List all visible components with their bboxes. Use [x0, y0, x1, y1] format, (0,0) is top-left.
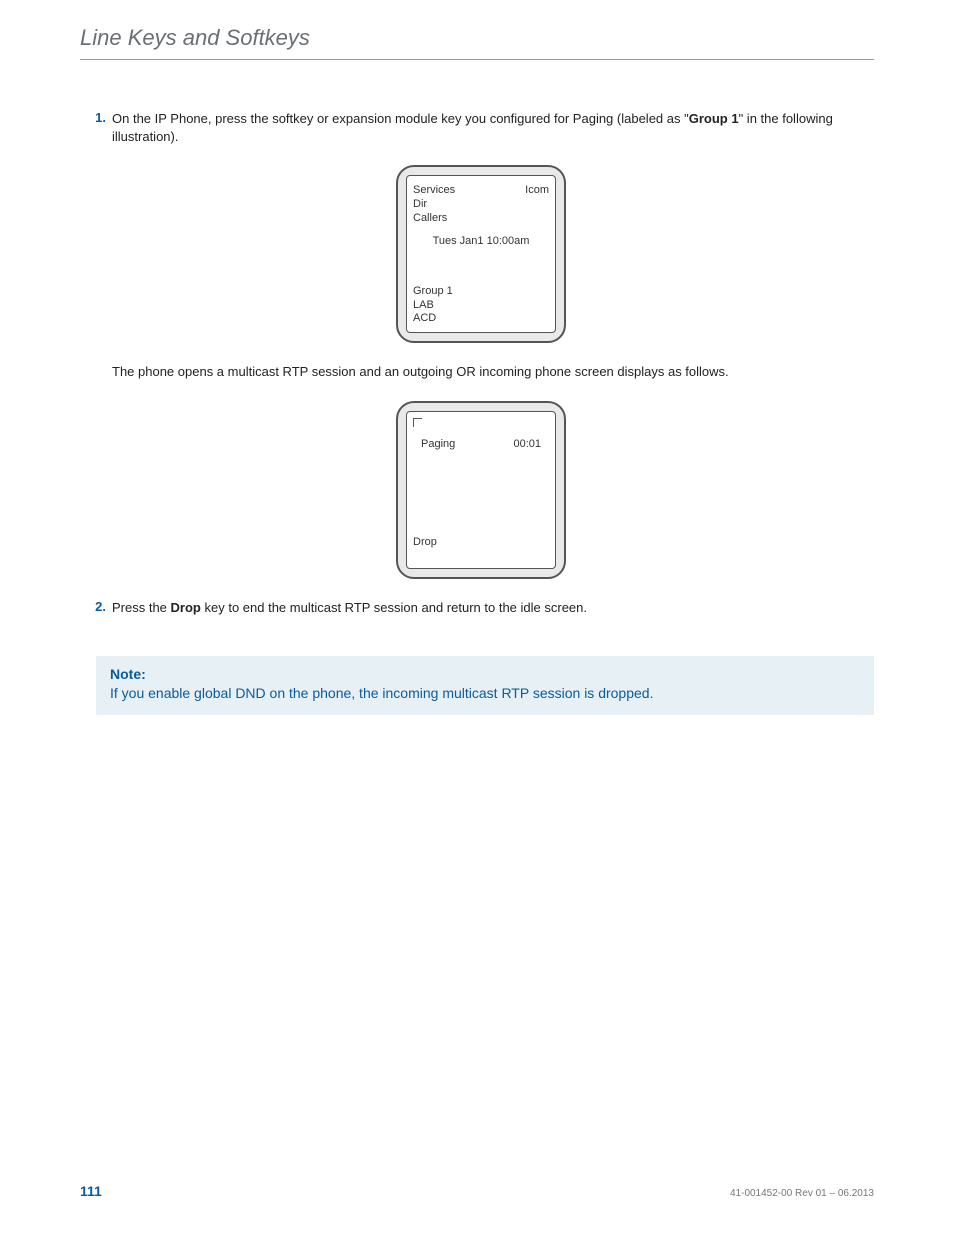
label-dir: Dir [413, 198, 549, 212]
phone-screen-idle: Services Icom Dir Callers Tues Jan1 10:0… [406, 175, 556, 333]
note-body: If you enable global DND on the phone, t… [110, 684, 860, 703]
page-content: 1. On the IP Phone, press the softkey or… [80, 110, 874, 715]
step2-text-a: Press the [112, 600, 171, 615]
step-number: 1. [88, 110, 112, 145]
screen-top-row: Services Icom [413, 184, 549, 198]
paging-bottom: Drop [413, 536, 549, 550]
paragraph-rtp-session: The phone opens a multicast RTP session … [112, 363, 874, 381]
screen-notch-icon [413, 418, 422, 427]
step-2: 2. Press the Drop key to end the multica… [88, 599, 874, 617]
page-footer: 111 41-001452-00 Rev 01 – 06.2013 [80, 1183, 874, 1199]
label-drop: Drop [413, 536, 549, 550]
step-number: 2. [88, 599, 112, 617]
label-icom: Icom [525, 184, 549, 198]
paging-row: Paging 00:01 [413, 438, 549, 452]
note-heading: Note: [110, 666, 860, 682]
step2-bold: Drop [171, 600, 201, 615]
page-header: Line Keys and Softkeys [80, 25, 874, 60]
section-title: Line Keys and Softkeys [80, 25, 874, 51]
label-acd: ACD [413, 312, 549, 326]
phone-frame: Paging 00:01 Drop [396, 401, 566, 579]
screen-bottom-labels: Group 1 LAB ACD [413, 285, 549, 326]
note-box: Note: If you enable global DND on the ph… [96, 656, 874, 715]
label-group1: Group 1 [413, 285, 549, 299]
document-id: 41-001452-00 Rev 01 – 06.2013 [730, 1188, 874, 1199]
step1-text-a: On the IP Phone, press the softkey or ex… [112, 111, 689, 126]
label-lab: LAB [413, 299, 549, 313]
phone-frame: Services Icom Dir Callers Tues Jan1 10:0… [396, 165, 566, 343]
step-1: 1. On the IP Phone, press the softkey or… [88, 110, 874, 145]
illustration-idle-screen: Services Icom Dir Callers Tues Jan1 10:0… [88, 165, 874, 343]
illustration-paging-screen: Paging 00:01 Drop [88, 401, 874, 579]
step-text: Press the Drop key to end the multicast … [112, 599, 874, 617]
step1-bold: Group 1 [689, 111, 739, 126]
document-page: Line Keys and Softkeys 1. On the IP Phon… [0, 0, 954, 1235]
step2-text-b: key to end the multicast RTP session and… [201, 600, 587, 615]
label-callers: Callers [413, 212, 549, 226]
label-datetime: Tues Jan1 10:00am [413, 235, 549, 247]
page-number: 111 [80, 1183, 102, 1199]
phone-screen-paging: Paging 00:01 Drop [406, 411, 556, 569]
step-text: On the IP Phone, press the softkey or ex… [112, 110, 874, 145]
label-services: Services [413, 184, 455, 198]
label-timer: 00:01 [513, 438, 541, 452]
label-paging: Paging [421, 438, 455, 452]
